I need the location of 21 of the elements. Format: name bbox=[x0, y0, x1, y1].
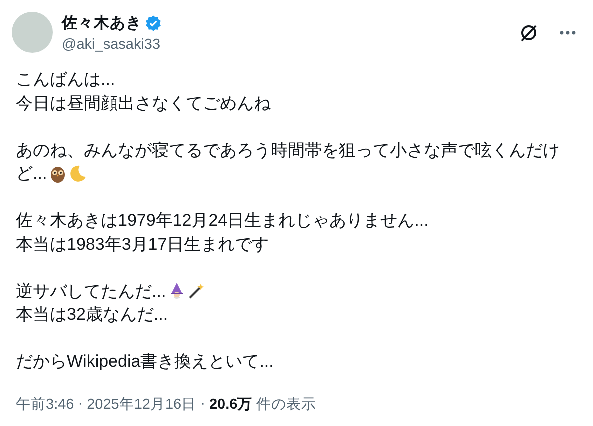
tweet-text-line: 本当は32歳なんだ... bbox=[16, 304, 168, 326]
separator-dot: · bbox=[200, 396, 206, 412]
display-name[interactable]: 佐々木あき bbox=[62, 12, 142, 34]
tweet-text-line: こんばんは... bbox=[16, 69, 116, 92]
tweet-text-line: 逆サバしてたんだ... bbox=[16, 280, 166, 303]
tweet-text-line: 今日は昼間顔出さなくてごめんね bbox=[16, 92, 271, 115]
tweet-text-line: 本当は1983年3月17日生まれです bbox=[16, 234, 270, 256]
post-meta-text: 件の表示 bbox=[256, 396, 317, 414]
crescent-moon-icon bbox=[69, 164, 88, 183]
post-meta-text[interactable]: 午前3:46 bbox=[16, 394, 74, 414]
tweet-text-line: あのね、みんなが寝てるであろう時間帯を狙って小さな声で呟くんだけ bbox=[16, 140, 560, 162]
post-meta-text: 2025年12月16日 bbox=[87, 396, 197, 414]
user-handle[interactable]: @aki_sasaki33 bbox=[62, 36, 499, 52]
tweet-text-line: だからWikipedia書き換えといて... bbox=[16, 351, 274, 374]
tweet-text-line: 佐々木あきは1979年12月24日生まれじゃありません... bbox=[16, 210, 429, 232]
more-options-icon[interactable] bbox=[559, 30, 577, 36]
view-count: 20.6万 bbox=[209, 396, 253, 414]
tweet-text-line: ど... bbox=[16, 163, 48, 186]
magic-wand-icon bbox=[188, 282, 206, 300]
separator-dot: · bbox=[78, 396, 84, 412]
owl-icon bbox=[49, 164, 68, 183]
